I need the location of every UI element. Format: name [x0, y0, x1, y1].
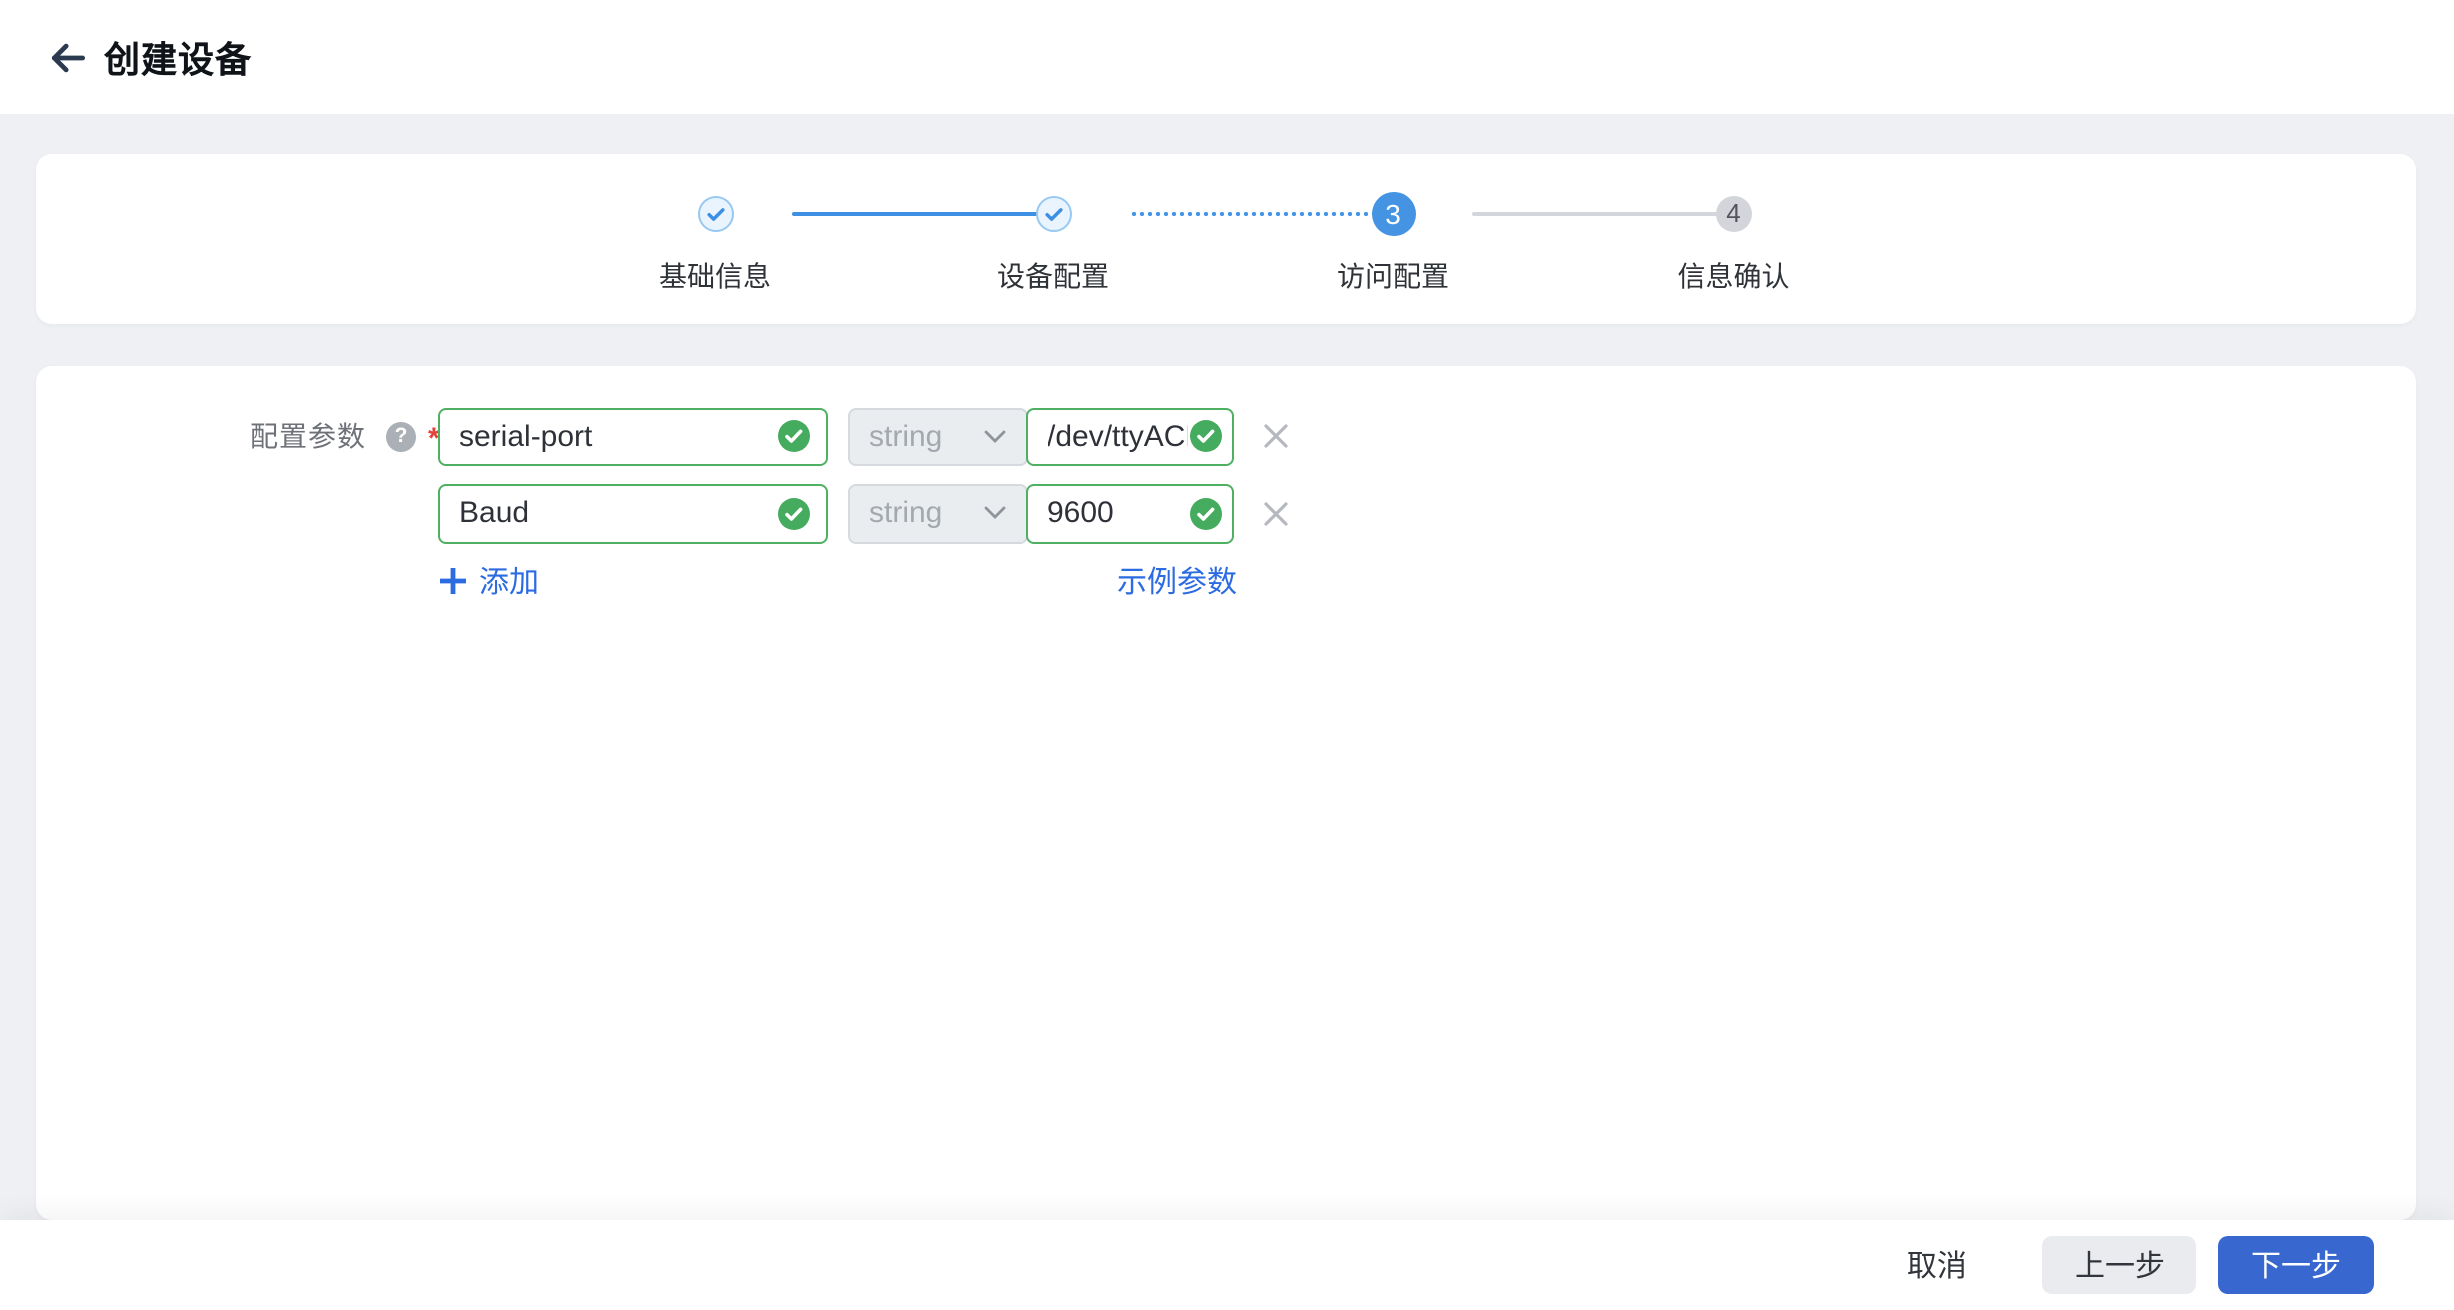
param-type-select[interactable]: string	[847, 407, 1027, 466]
next-step-button[interactable]: 下一步	[2219, 1235, 2373, 1294]
param-value-wrap	[1025, 407, 1233, 466]
param-value-input[interactable]	[1025, 484, 1233, 543]
param-row: string	[437, 484, 1293, 543]
remove-row-button[interactable]	[1257, 419, 1293, 455]
step-number: 3	[1385, 198, 1401, 230]
param-name-input[interactable]	[437, 407, 828, 466]
param-name-wrap	[437, 407, 828, 466]
page-header: 创建设备	[0, 0, 2454, 114]
step-4-label: 信息确认	[1614, 256, 1854, 296]
param-type-value: string	[869, 420, 942, 454]
chevron-down-icon	[983, 430, 1005, 444]
page-title: 创建设备	[104, 31, 252, 83]
cancel-button[interactable]: 取消	[1895, 1235, 1979, 1294]
param-name-wrap	[437, 484, 828, 543]
close-icon	[1261, 500, 1289, 528]
step-number: 4	[1726, 199, 1740, 229]
plus-icon	[437, 565, 467, 595]
step-1-done-circle	[697, 196, 733, 232]
back-button[interactable]	[42, 31, 94, 83]
param-type-select[interactable]: string	[847, 484, 1027, 543]
add-param-label: 添加	[479, 559, 539, 601]
step-1-label: 基础信息	[595, 256, 835, 296]
stepper-card: 3 4 基础信息 设备配置 访问配置 信息确认	[36, 154, 2415, 323]
field-label: 配置参数	[250, 417, 366, 457]
footer-actions: 取消 上一步 下一步	[1895, 1235, 2373, 1294]
help-icon[interactable]: ?	[386, 422, 416, 452]
stepper: 3 4 基础信息 设备配置 访问配置 信息确认	[36, 154, 2415, 323]
param-name-input[interactable]	[437, 484, 828, 543]
step-connector-1-2	[791, 212, 1049, 216]
links-row: 添加 示例参数	[437, 558, 1237, 602]
arrow-left-icon	[46, 35, 90, 79]
form-card: 配置参数 ? * string	[36, 366, 2415, 1219]
step-4-pending-circle: 4	[1716, 196, 1752, 232]
step-connector-2-3	[1129, 212, 1393, 216]
prev-step-button[interactable]: 上一步	[2043, 1235, 2197, 1294]
add-param-link[interactable]: 添加	[437, 559, 539, 601]
step-2-done-circle	[1035, 196, 1071, 232]
chevron-down-icon	[983, 507, 1005, 521]
example-params-link[interactable]: 示例参数	[1117, 559, 1237, 601]
check-icon	[703, 202, 727, 226]
remove-row-button[interactable]	[1257, 496, 1293, 532]
param-value-wrap	[1025, 484, 1233, 543]
step-3-active-circle: 3	[1371, 192, 1415, 236]
footer-bar: 取消 上一步 下一步	[0, 1219, 2454, 1310]
page: 创建设备 3 4 基础信息 设备配	[0, 0, 2454, 1310]
step-connector-3-4	[1471, 212, 1733, 216]
param-row: string	[437, 407, 1293, 466]
step-2-label: 设备配置	[933, 256, 1173, 296]
check-icon	[1041, 202, 1065, 226]
step-3-label: 访问配置	[1273, 256, 1513, 296]
close-icon	[1261, 423, 1289, 451]
param-value-input[interactable]	[1025, 407, 1233, 466]
field-label-row: 配置参数 ? *	[250, 407, 440, 466]
param-type-value: string	[869, 497, 942, 531]
